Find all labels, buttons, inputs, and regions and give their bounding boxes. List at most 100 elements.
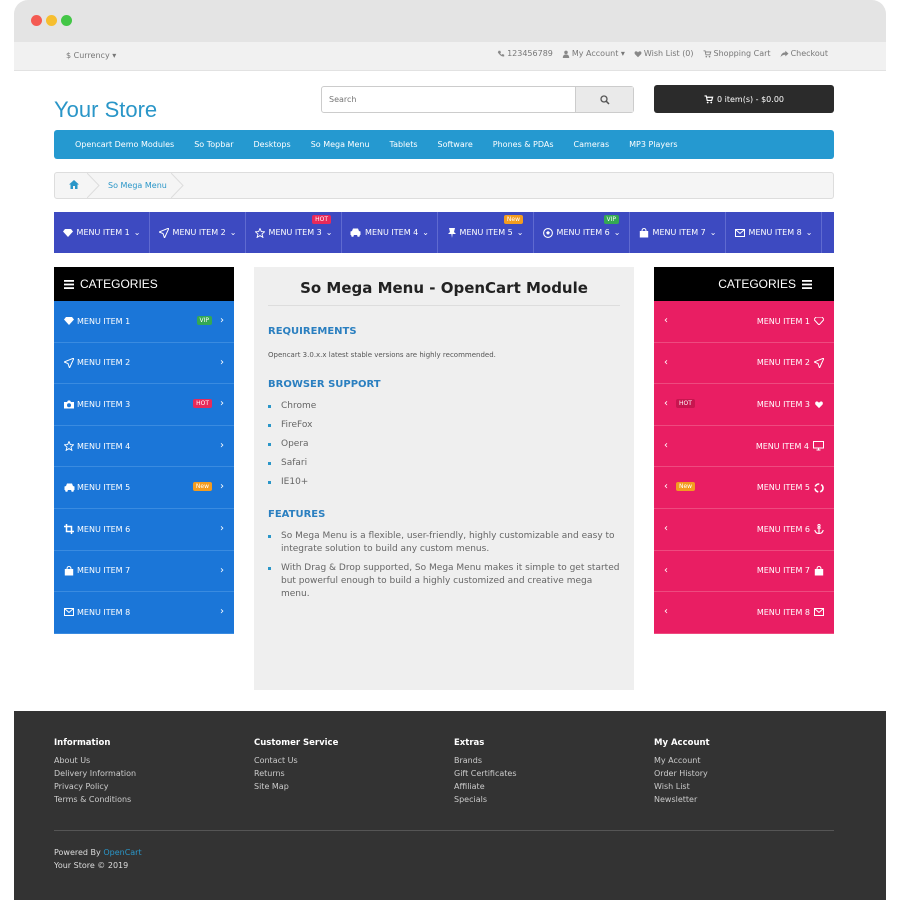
footer-link[interactable]: Affiliate	[454, 782, 517, 791]
footer-link[interactable]: Specials	[454, 795, 517, 804]
footer-column-title: My Account	[654, 738, 710, 748]
opencart-link[interactable]: OpenCart	[103, 848, 141, 857]
currency-dropdown[interactable]: $ Currency ▾	[66, 51, 116, 60]
right-category-item-1[interactable]: ‹ MENU ITEM 1	[654, 301, 834, 343]
paper-plane-icon	[64, 357, 74, 368]
footer-link[interactable]: Newsletter	[654, 795, 710, 804]
chevron-left-icon: ‹	[664, 522, 668, 534]
mega-menu-item-3[interactable]: HOT MENU ITEM 3 ⌄	[246, 212, 342, 253]
close-window-dot[interactable]	[31, 15, 42, 26]
footer-link[interactable]: Returns	[254, 769, 338, 778]
breadcrumb-current[interactable]: So Mega Menu	[108, 181, 167, 190]
checkout-label: Checkout	[790, 49, 828, 58]
footer-link[interactable]: Site Map	[254, 782, 338, 791]
mega-menu-item-2[interactable]: MENU ITEM 2 ⌄	[150, 212, 246, 253]
footer-link[interactable]: Order History	[654, 769, 710, 778]
wish-list-link[interactable]: Wish List (0)	[634, 49, 694, 58]
footer-link[interactable]: About Us	[54, 756, 136, 765]
browser-chrome-bar	[14, 0, 886, 42]
pin-icon	[447, 227, 456, 238]
mega-menu-item-label: MENU ITEM 8	[748, 228, 802, 237]
mega-menu-item-label: MENU ITEM 6	[556, 228, 610, 237]
hot-badge: HOT	[193, 399, 212, 409]
left-category-item-5[interactable]: MENU ITEM 5 New ›	[54, 467, 234, 509]
footer-link[interactable]: Wish List	[654, 782, 710, 791]
right-category-item-7[interactable]: ‹ MENU ITEM 7	[654, 550, 834, 593]
footer-link[interactable]: Terms & Conditions	[54, 795, 136, 804]
right-category-item-4[interactable]: ‹ MENU ITEM 4	[654, 425, 834, 468]
left-category-item-7[interactable]: MENU ITEM 7 ›	[54, 550, 234, 593]
right-category-item-2[interactable]: ‹ MENU ITEM 2	[654, 342, 834, 385]
browser-support-heading: BROWSER SUPPORT	[268, 379, 381, 390]
diamond-icon	[62, 228, 73, 237]
footer-link[interactable]: My Account	[654, 756, 710, 765]
nav-item-tablets[interactable]: Tablets	[390, 140, 418, 149]
left-category-item-4[interactable]: MENU ITEM 4 ›	[54, 425, 234, 468]
right-category-item-6[interactable]: ‹ MENU ITEM 6	[654, 508, 834, 551]
footer-link[interactable]: Contact Us	[254, 756, 338, 765]
footer-link[interactable]: Brands	[454, 756, 517, 765]
phone-link[interactable]: 123456789	[497, 49, 553, 58]
chevron-right-icon: ›	[220, 439, 224, 451]
mega-menu-item-6[interactable]: VIP MENU ITEM 6 ⌄	[534, 212, 630, 253]
shopping-cart-link[interactable]: Shopping Cart	[703, 49, 771, 58]
my-account-label: My Account ▾	[571, 49, 625, 58]
left-category-item-3[interactable]: MENU ITEM 3 HOT ›	[54, 384, 234, 426]
nav-item-cameras[interactable]: Cameras	[574, 140, 610, 149]
shopping-bag-icon	[64, 565, 74, 576]
cart-button[interactable]: 0 item(s) - $0.00	[654, 85, 834, 113]
left-category-item-2[interactable]: MENU ITEM 2 ›	[54, 342, 234, 385]
chevron-right-icon: ›	[220, 356, 224, 368]
my-account-dropdown[interactable]: My Account ▾	[562, 49, 625, 58]
checkout-link[interactable]: Checkout	[780, 49, 828, 58]
minimize-window-dot[interactable]	[46, 15, 57, 26]
right-categories-header[interactable]: CATEGORIES	[654, 267, 834, 301]
right-category-label: MENU ITEM 2	[756, 358, 810, 368]
list-item: Safari	[268, 457, 620, 470]
search-button[interactable]	[575, 87, 633, 112]
left-category-item-6[interactable]: MENU ITEM 6 ›	[54, 508, 234, 551]
mega-menu-item-4[interactable]: MENU ITEM 4 ⌄	[342, 212, 438, 253]
main-navigation: Opencart Demo Modules So Topbar Desktops…	[54, 130, 834, 159]
chevron-down-icon: ⌄	[805, 228, 813, 237]
footer-link[interactable]: Privacy Policy	[54, 782, 136, 791]
right-category-item-8[interactable]: ‹ MENU ITEM 8	[654, 592, 834, 634]
mega-menu-item-1[interactable]: MENU ITEM 1 ⌄	[54, 212, 150, 253]
camera-icon	[64, 400, 74, 409]
envelope-icon	[814, 608, 824, 617]
right-category-item-3[interactable]: ‹ HOT MENU ITEM 3	[654, 384, 834, 426]
right-category-label: MENU ITEM 8	[756, 607, 810, 617]
paper-plane-icon	[158, 227, 169, 238]
list-item: IE10+	[268, 476, 620, 489]
nav-item-opencart-demo-modules[interactable]: Opencart Demo Modules	[75, 140, 174, 149]
mega-menu-item-5[interactable]: New MENU ITEM 5 ⌄	[438, 212, 534, 253]
store-logo[interactable]: Your Store	[54, 97, 157, 123]
breadcrumb-home[interactable]	[69, 180, 79, 189]
right-category-item-5[interactable]: ‹ New MENU ITEM 5	[654, 467, 834, 509]
breadcrumb-separator	[171, 173, 184, 198]
left-category-label: MENU ITEM 8	[77, 607, 131, 617]
mega-menu-item-7[interactable]: MENU ITEM 7 ⌄	[630, 212, 726, 253]
nav-item-software[interactable]: Software	[438, 140, 473, 149]
left-categories-header[interactable]: CATEGORIES	[54, 267, 234, 301]
crop-icon	[64, 524, 74, 535]
footer-link[interactable]: Gift Certificates	[454, 769, 517, 778]
new-badge: New	[503, 215, 523, 224]
chevron-down-icon: ⌄	[229, 228, 237, 237]
left-category-label: MENU ITEM 3	[77, 399, 131, 409]
nav-item-so-mega-menu[interactable]: So Mega Menu	[311, 140, 370, 149]
nav-item-phones-pdas[interactable]: Phones & PDAs	[493, 140, 554, 149]
list-item: Chrome	[268, 400, 620, 413]
chevron-down-icon: ⌄	[709, 228, 717, 237]
nav-item-desktops[interactable]: Desktops	[254, 140, 291, 149]
search-input[interactable]	[322, 87, 575, 112]
left-category-label: MENU ITEM 6	[77, 524, 131, 534]
left-category-label: MENU ITEM 1	[77, 316, 131, 326]
mega-menu-item-8[interactable]: MENU ITEM 8 ⌄	[726, 212, 822, 253]
footer-link[interactable]: Delivery Information	[54, 769, 136, 778]
nav-item-mp3-players[interactable]: MP3 Players	[629, 140, 677, 149]
left-category-item-8[interactable]: MENU ITEM 8 ›	[54, 592, 234, 634]
left-category-item-1[interactable]: MENU ITEM 1 VIP ›	[54, 301, 234, 343]
maximize-window-dot[interactable]	[61, 15, 72, 26]
nav-item-so-topbar[interactable]: So Topbar	[194, 140, 233, 149]
